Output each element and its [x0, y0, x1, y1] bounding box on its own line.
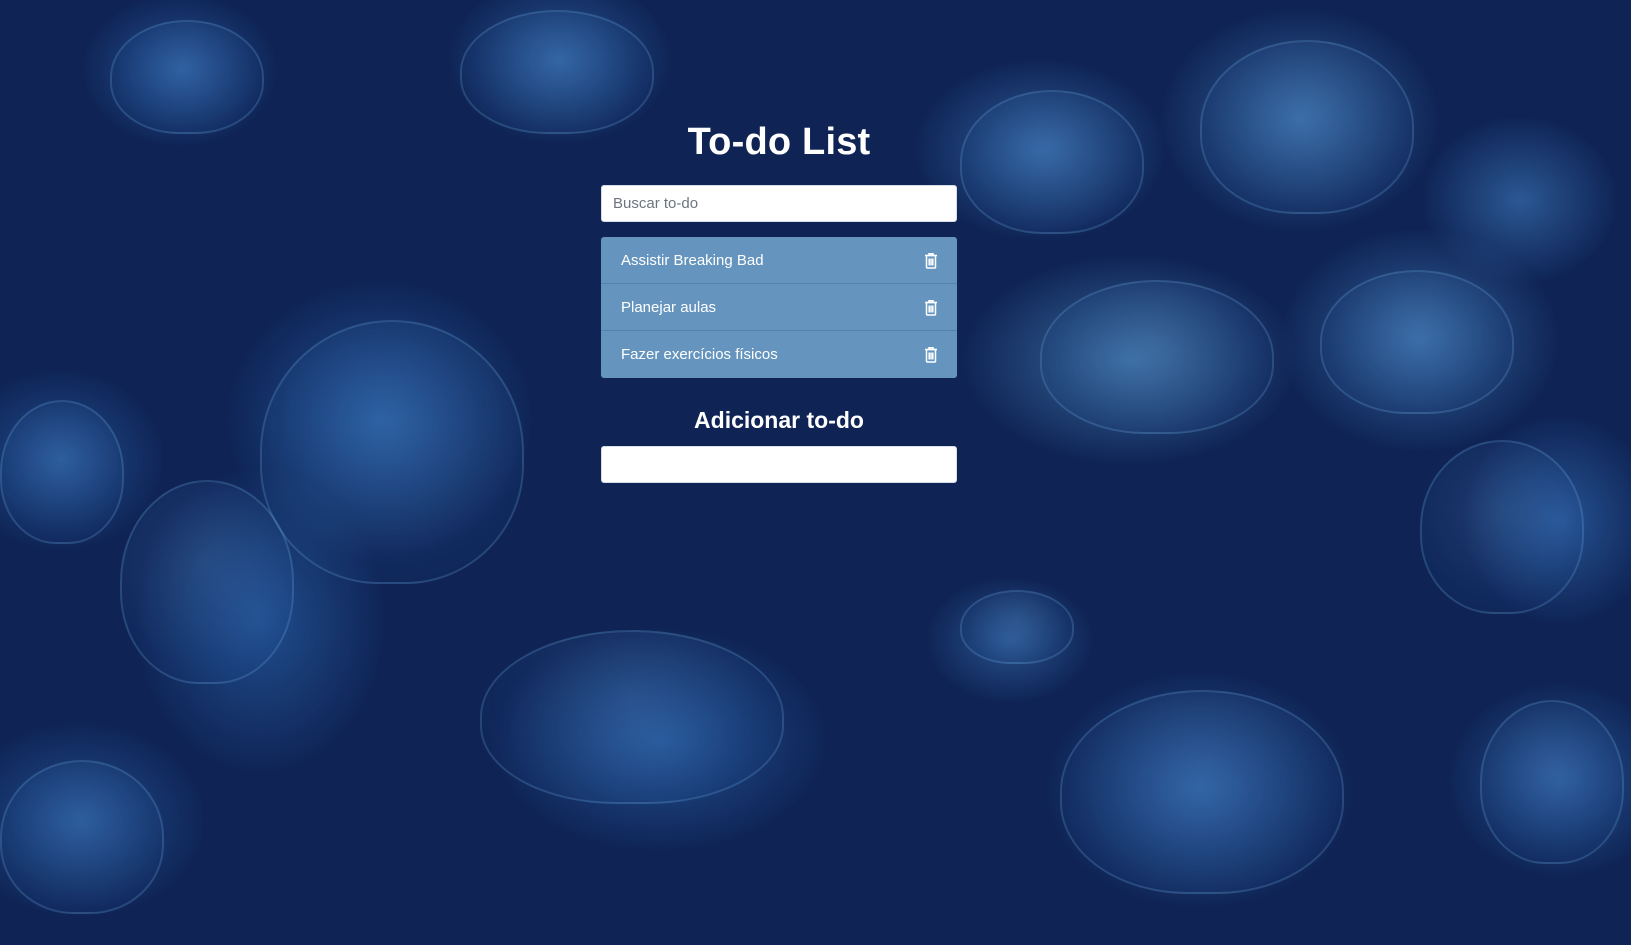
todo-item[interactable]: Planejar aulas: [601, 284, 957, 331]
todo-item[interactable]: Assistir Breaking Bad: [601, 237, 957, 284]
search-input[interactable]: [601, 185, 957, 222]
trash-icon[interactable]: [923, 298, 939, 316]
add-todo-title: Adicionar to-do: [694, 407, 864, 433]
add-todo-input[interactable]: [601, 446, 957, 483]
trash-icon[interactable]: [923, 346, 939, 364]
trash-icon[interactable]: [923, 251, 939, 269]
page-title: To-do List: [687, 121, 871, 163]
todo-item-text: Fazer exercícios físicos: [621, 346, 778, 363]
todo-item-text: Assistir Breaking Bad: [621, 251, 764, 269]
todo-app: To-do List Assistir Breaking Bad Planeja…: [601, 112, 957, 483]
todo-list: Assistir Breaking Bad Planejar aulas Faz…: [601, 237, 957, 378]
todo-item-text: Planejar aulas: [621, 298, 717, 316]
todo-item[interactable]: Fazer exercícios físicos: [601, 331, 957, 378]
